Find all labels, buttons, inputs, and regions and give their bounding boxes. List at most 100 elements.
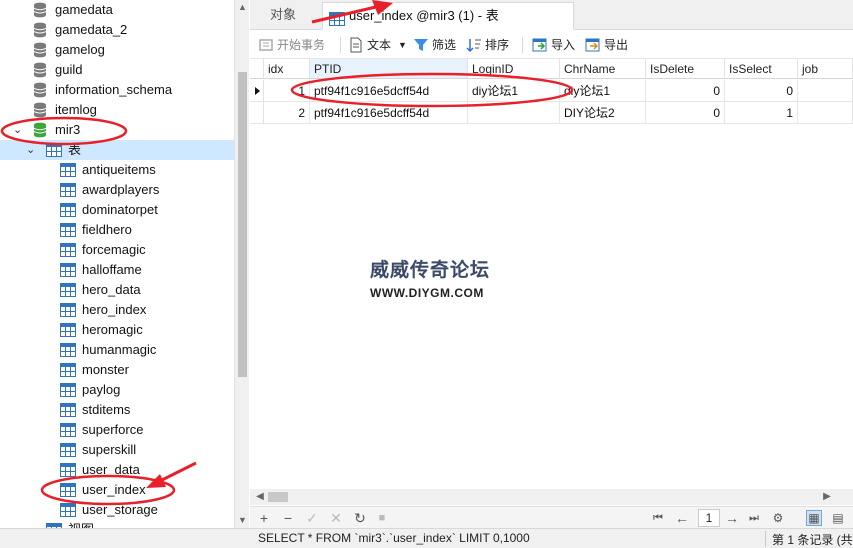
chevron-down-icon[interactable]: ⌄ [26, 140, 38, 160]
column-header-loginid[interactable]: LoginID [468, 59, 560, 79]
tree-item-label: halloffame [82, 262, 142, 277]
column-header-job[interactable]: job [798, 59, 853, 79]
form-view-icon[interactable]: ▤ [830, 510, 846, 526]
tree-table-humanmagic[interactable]: humanmagic [0, 340, 234, 360]
scroll-up-icon[interactable]: ▲ [235, 0, 250, 15]
last-page-icon[interactable]: ⏭ [746, 510, 762, 526]
data-grid: idx PTID LoginID ChrName IsDelete IsSelect job… [250, 59, 853, 489]
apply-check-icon[interactable]: ✓ [304, 510, 320, 526]
column-header-idx[interactable]: idx [264, 59, 310, 79]
tree-table-halloffame[interactable]: halloffame [0, 260, 234, 280]
scroll-left-icon[interactable]: ◀ [252, 489, 268, 505]
tree-db-information_schema[interactable]: information_schema [0, 80, 234, 100]
table-cell-isselect[interactable]: 1 [725, 102, 798, 124]
table-cell-chrname[interactable]: DIY论坛2 [560, 102, 646, 124]
column-header-chrname[interactable]: ChrName [560, 59, 646, 79]
tree-item-label: gamelog [55, 42, 105, 57]
scroll-right-icon[interactable]: ▶ [819, 489, 835, 505]
first-page-icon[interactable]: ⏮ [650, 510, 666, 526]
tree-db-guild[interactable]: guild [0, 60, 234, 80]
tree-table-superforce[interactable]: superforce [0, 420, 234, 440]
tree-table-user_storage[interactable]: user_storage [0, 500, 234, 520]
import-button[interactable]: 导入 [532, 35, 582, 55]
tree-table-superskill[interactable]: superskill [0, 440, 234, 460]
add-record-icon[interactable]: + [256, 510, 272, 526]
tree-item-label: mir3 [55, 122, 81, 137]
export-button[interactable]: 导出 [585, 35, 635, 55]
tree-table-dominatorpet[interactable]: dominatorpet [0, 200, 234, 220]
delete-record-icon[interactable]: − [280, 510, 296, 526]
grid-horizontal-scrollbar[interactable]: ◀ ▶ [250, 489, 853, 505]
tree-table-forcemagic[interactable]: forcemagic [0, 240, 234, 260]
tab-user-index[interactable]: user_index @mir3 (1) - 表 [322, 2, 574, 30]
table-cell-isdelete[interactable]: 0 [646, 102, 725, 124]
scrollbar-thumb[interactable] [268, 492, 288, 502]
transaction-icon [258, 37, 274, 53]
text-button[interactable]: 文本 ▼ [348, 35, 408, 55]
next-page-icon[interactable]: → [724, 510, 740, 526]
tree-item-label: 表 [68, 142, 82, 157]
table-cell-idx[interactable]: 1 [264, 80, 310, 102]
tree-table-user_data[interactable]: user_data [0, 460, 234, 480]
tree-scrollbar[interactable]: ▲ ▼ [234, 0, 249, 528]
tree-item-label: gamedata [55, 2, 113, 17]
tree-table-awardplayers[interactable]: awardplayers [0, 180, 234, 200]
tree-table-hero_data[interactable]: hero_data [0, 280, 234, 300]
table-cell-idx[interactable]: 2 [264, 102, 310, 124]
tree-table-antiqueitems[interactable]: antiqueitems [0, 160, 234, 180]
settings-gear-icon[interactable]: ⚙ [770, 510, 786, 526]
row-marker[interactable] [250, 102, 264, 124]
table-icon [60, 423, 76, 437]
tree-item-label: awardplayers [82, 182, 160, 197]
tree-item-label: user_storage [82, 502, 158, 517]
sort-button[interactable]: 排序 [466, 35, 516, 55]
database-icon [33, 62, 47, 78]
table-icon [60, 163, 76, 177]
page-number-input[interactable]: 1 [698, 509, 720, 527]
database-icon [33, 102, 47, 118]
object-tree: gamedata gamedata_2gamelog guild informatio… [0, 0, 234, 528]
table-cell-chrname[interactable]: diy论坛1 [560, 80, 646, 102]
table-cell-loginid[interactable] [468, 102, 560, 124]
table-cell-ptid[interactable]: ptf94f1c916e5dcff54d [310, 102, 468, 124]
column-header-ptid[interactable]: PTID [310, 59, 468, 79]
table-cell-isselect[interactable]: 0 [725, 80, 798, 102]
prev-page-icon[interactable]: ← [674, 510, 690, 526]
begin-transaction-button[interactable]: 开始事务 [258, 35, 338, 55]
tree-table-stditems[interactable]: stditems [0, 400, 234, 420]
tree-db-itemlog[interactable]: itemlog [0, 100, 234, 120]
filter-label: 筛选 [432, 38, 457, 52]
table-cell-ptid[interactable]: ptf94f1c916e5dcff54d [310, 80, 468, 102]
table-cell-job[interactable] [798, 102, 853, 124]
tree-folder-views[interactable]: 视图 [0, 520, 234, 528]
tree-db-gamedata_2[interactable]: gamedata_2 [0, 20, 234, 40]
chevron-down-icon[interactable]: ⌄ [13, 120, 25, 140]
table-cell-job[interactable] [798, 80, 853, 102]
refresh-icon[interactable]: ↻ [352, 510, 368, 526]
tab-objects[interactable]: 对象 [260, 2, 324, 30]
table-icon [60, 383, 76, 397]
table-cell-isdelete[interactable]: 0 [646, 80, 725, 102]
discard-x-icon[interactable]: ✕ [328, 510, 344, 526]
tree-table-heromagic[interactable]: heromagic [0, 320, 234, 340]
table-cell-loginid[interactable]: diy论坛1 [468, 80, 560, 102]
scrollbar-thumb[interactable] [238, 72, 247, 377]
tree-db-gamedata[interactable]: gamedata [0, 0, 234, 20]
column-header-isdelete[interactable]: IsDelete [646, 59, 725, 79]
status-bar: SELECT * FROM `mir3`.`user_index` LIMIT … [0, 528, 853, 548]
filter-button[interactable]: 筛选 [413, 35, 463, 55]
tree-db-mir3[interactable]: ⌄ mir3 [0, 120, 234, 140]
tree-db-gamelog[interactable]: gamelog [0, 40, 234, 60]
tree-table-hero_index[interactable]: hero_index [0, 300, 234, 320]
tree-folder-tables[interactable]: ⌄ 表 [0, 140, 234, 160]
tree-table-paylog[interactable]: paylog [0, 380, 234, 400]
tree-table-monster[interactable]: monster [0, 360, 234, 380]
column-header-isselect[interactable]: IsSelect [725, 59, 798, 79]
tree-table-fieldhero[interactable]: fieldhero [0, 220, 234, 240]
tree-table-user_index[interactable]: user_index [0, 480, 234, 500]
grid-view-icon[interactable]: ▦ [806, 510, 822, 526]
table-icon [60, 183, 76, 197]
stop-icon[interactable]: ■ [374, 510, 390, 526]
row-marker[interactable] [250, 80, 264, 102]
scroll-down-icon[interactable]: ▼ [235, 513, 250, 528]
